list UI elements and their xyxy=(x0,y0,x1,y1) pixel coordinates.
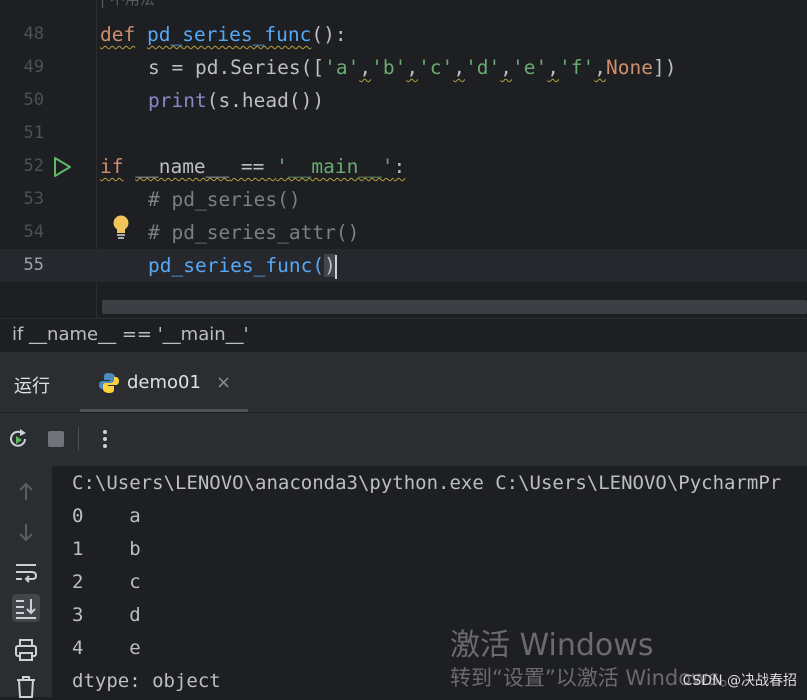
stop-icon[interactable] xyxy=(44,427,68,451)
console-row: 0 a xyxy=(72,505,141,527)
line-number: 53 xyxy=(23,189,44,209)
line-number: 55 xyxy=(23,255,44,275)
code-line-48[interactable]: 48 def pd_series_func(): xyxy=(0,18,807,51)
console-command-line: C:\Users\LENOVO\anaconda3\python.exe C:\… xyxy=(72,472,782,494)
line-number: 49 xyxy=(23,57,44,77)
code-line-55[interactable]: 55 pd_series_func() xyxy=(0,249,807,282)
run-panel-title: 运行 xyxy=(14,376,50,397)
code-text: print(s.head()) xyxy=(148,89,325,112)
code-text: def pd_series_func(): xyxy=(100,23,347,46)
line-number: 52 xyxy=(23,156,44,176)
code-line-49[interactable]: 49 s = pd.Series(['a','b','c','d','e','f… xyxy=(0,51,807,84)
close-icon[interactable]: × xyxy=(216,372,231,393)
code-line-50[interactable]: 50 print(s.head()) xyxy=(0,84,807,117)
horizontal-scrollbar[interactable] xyxy=(102,300,807,314)
code-line-52[interactable]: 52 if __name__ == '__main__': xyxy=(0,150,807,183)
line-number: 48 xyxy=(23,24,44,44)
print-icon[interactable] xyxy=(12,636,40,664)
line-number: 54 xyxy=(23,222,44,242)
scroll-up-icon[interactable] xyxy=(12,478,40,506)
text-caret xyxy=(334,254,337,279)
console-row: 1 b xyxy=(72,538,141,560)
tab-label: demo01 xyxy=(127,372,201,393)
trash-icon[interactable] xyxy=(12,672,40,700)
line-number: 51 xyxy=(23,123,44,143)
console-row: 3 d xyxy=(72,604,141,626)
run-gutter-icon[interactable] xyxy=(51,156,73,178)
code-line-51[interactable]: 51 xyxy=(0,117,807,150)
console-side-toolbar xyxy=(0,466,52,700)
console-row: 2 c xyxy=(72,571,141,593)
run-tool-window-header: 运行 demo01 × xyxy=(0,352,807,412)
toolbar-separator xyxy=(78,427,79,451)
rerun-icon[interactable] xyxy=(6,427,30,451)
comment-text: # pd_series_attr() xyxy=(148,221,360,244)
console-dtype-line: dtype: object xyxy=(72,670,221,692)
code-text: if __name__ == '__main__': xyxy=(100,155,406,178)
activate-windows-watermark: 激活 Windows xyxy=(450,628,654,663)
scroll-down-icon[interactable] xyxy=(12,518,40,546)
partial-comment-line: | 不用法 xyxy=(100,0,155,9)
csdn-watermark: CSDN @决战春招 xyxy=(682,673,797,689)
breadcrumb-item[interactable]: if __name__ == '__main__' xyxy=(12,324,249,345)
run-toolbar xyxy=(0,412,807,467)
scroll-to-end-icon[interactable] xyxy=(12,594,40,622)
code-line-53[interactable]: 53 # pd_series() xyxy=(0,183,807,216)
comment-text: # pd_series() xyxy=(148,188,301,211)
python-icon xyxy=(99,373,119,393)
code-text: s = pd.Series(['a','b','c','d','e','f',N… xyxy=(148,56,677,79)
tab-demo01[interactable]: demo01 × xyxy=(80,352,248,412)
breadcrumb[interactable]: if __name__ == '__main__' xyxy=(0,318,807,353)
more-icon[interactable] xyxy=(93,427,117,451)
line-number: 50 xyxy=(23,90,44,110)
code-text: pd_series_func() xyxy=(148,254,337,279)
soft-wrap-icon[interactable] xyxy=(12,558,40,586)
code-editor[interactable]: | 不用法 48 def pd_series_func(): 49 s = pd… xyxy=(0,0,807,318)
console-row: 4 e xyxy=(72,637,141,659)
bulb-icon[interactable] xyxy=(110,214,132,240)
